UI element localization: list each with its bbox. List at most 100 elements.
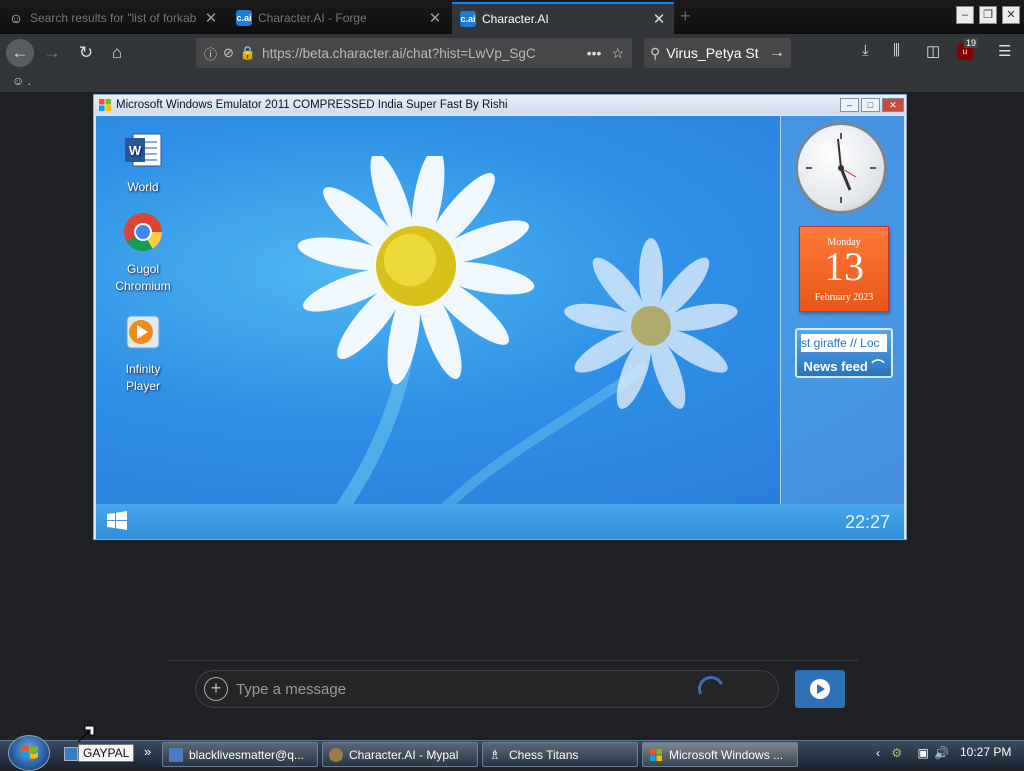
- clock-face-icon: [806, 133, 876, 203]
- lock-icon[interactable]: 🔒: [240, 45, 256, 61]
- browser-tab-strip: ☺ Search results for "list of forkab ✕ c…: [0, 0, 1024, 34]
- chess-piece-icon: ♗: [489, 746, 501, 762]
- network-tray-icon[interactable]: ⚙: [891, 746, 902, 760]
- home-button[interactable]: ⌂: [103, 39, 131, 67]
- show-hidden-icons-icon[interactable]: ‹: [876, 746, 880, 760]
- windows-logo-icon: [650, 748, 662, 761]
- send-icon: [810, 679, 830, 699]
- search-bar[interactable]: ⚲ Virus_Petya St →: [644, 38, 791, 68]
- start-button[interactable]: [8, 735, 50, 771]
- emulator-taskbar: 22:27: [96, 504, 904, 539]
- bookmark-star-icon[interactable]: ☆: [611, 45, 624, 62]
- library-icon[interactable]: ⫼: [893, 42, 900, 59]
- windows-logo-icon: [99, 98, 111, 111]
- emulator-title: Microsoft Windows Emulator 2011 COMPRESS…: [116, 98, 508, 111]
- taskbar-button-email[interactable]: blacklivesmatter@q...: [162, 742, 318, 767]
- rss-icon: ⌒: [871, 359, 885, 374]
- emulator-titlebar[interactable]: Microsoft Windows Emulator 2011 COMPRESS…: [94, 95, 906, 114]
- monitor-tray-icon[interactable]: ▣: [917, 746, 928, 760]
- downloads-icon[interactable]: ⤓: [862, 42, 869, 59]
- desktop-icon-gugol-chromium[interactable]: Gugol Chromium: [108, 212, 178, 295]
- close-icon[interactable]: ✕: [652, 10, 666, 28]
- close-icon[interactable]: ✕: [428, 9, 442, 27]
- overflow-chevron-icon[interactable]: »: [144, 744, 151, 759]
- calendar-date: 13: [824, 244, 864, 289]
- sidebar-icon[interactable]: ◫: [926, 42, 940, 60]
- emulator-close-button[interactable]: ✕: [882, 97, 904, 112]
- desktop-icon-world[interactable]: W World: [108, 130, 178, 196]
- icon-label: Chromium: [115, 279, 171, 293]
- characterai-icon: c.ai: [236, 10, 252, 26]
- emulator-clock: 22:27: [844, 512, 890, 532]
- restore-button[interactable]: ❐: [979, 6, 997, 24]
- tracking-protection-icon[interactable]: ⊘: [223, 45, 234, 61]
- word-icon: W: [125, 133, 162, 167]
- icon-label: Gugol: [126, 262, 160, 276]
- search-input[interactable]: Virus_Petya St: [666, 45, 769, 61]
- tab-characterai[interactable]: c.ai Character.AI ✕: [452, 2, 674, 34]
- url-bar[interactable]: ⓘ ⊘ 🔒 https://beta.character.ai/chat?his…: [196, 38, 632, 68]
- url-text[interactable]: https://beta.character.ai/chat?hist=LwVp…: [262, 46, 577, 61]
- quick-launch-icon[interactable]: [64, 747, 78, 761]
- tab-title: Search results for "list of forkab: [30, 11, 197, 25]
- back-button[interactable]: ←: [6, 39, 34, 67]
- taskbar-button-chess-titans[interactable]: ♗ Chess Titans: [482, 742, 638, 767]
- media-player-icon: [126, 315, 160, 349]
- bookmark-favicon-icon: ☺: [12, 74, 25, 88]
- menu-icon[interactable]: ☰: [998, 42, 1011, 60]
- send-button[interactable]: [795, 670, 845, 708]
- forward-button[interactable]: →: [38, 39, 66, 67]
- add-attachment-icon[interactable]: +: [204, 677, 228, 701]
- new-tab-button[interactable]: +: [680, 6, 691, 27]
- message-box: +: [195, 670, 779, 708]
- mouse-cursor-icon: [77, 725, 95, 743]
- calendar-gadget[interactable]: Monday 13 February 2023: [799, 226, 889, 312]
- info-icon[interactable]: ⓘ: [204, 44, 217, 63]
- svg-text:W: W: [129, 143, 142, 158]
- news-ticker[interactable]: st giraffe // Loc: [801, 334, 887, 352]
- system-tray: ‹ ⚙ ▣ 🔊: [876, 746, 949, 760]
- search-icon: ⚲: [650, 44, 661, 61]
- volume-icon[interactable]: 🔊: [934, 746, 949, 760]
- emulator-window: Microsoft Windows Emulator 2011 COMPRESS…: [93, 94, 907, 540]
- windows-taskbar: » blacklivesmatter@q... Character.AI - M…: [0, 735, 1024, 771]
- news-feed-gadget[interactable]: st giraffe // Loc News feed ⌒: [795, 328, 893, 378]
- emulator-desktop[interactable]: W World Gugol Chromium Infinity Player M…: [96, 116, 904, 504]
- windows-flag-icon: [22, 746, 38, 759]
- search-go-icon[interactable]: →: [769, 44, 785, 62]
- tab-characterai-forge[interactable]: c.ai Character.AI - Forge ✕: [228, 2, 450, 34]
- emulator-start-button[interactable]: [106, 510, 128, 532]
- chromium-icon: [124, 213, 163, 252]
- calendar-month: February 2023: [814, 292, 874, 303]
- page-actions-icon[interactable]: •••: [587, 45, 602, 61]
- bookmarks-toolbar: ☺ .: [0, 72, 1024, 92]
- ghost-icon: ☺: [8, 10, 24, 26]
- characterai-icon: c.ai: [460, 11, 476, 27]
- page-content: Microsoft Windows Emulator 2011 COMPRESS…: [0, 92, 1024, 740]
- reload-button[interactable]: ↻: [72, 39, 100, 67]
- close-window-button[interactable]: ✕: [1002, 6, 1020, 24]
- emulator-minimize-button[interactable]: –: [840, 97, 859, 112]
- close-icon[interactable]: ✕: [204, 9, 218, 27]
- minimize-button[interactable]: –: [956, 6, 974, 24]
- taskbar-tooltip: GAYPAL: [78, 744, 135, 762]
- mypal-icon: [329, 747, 343, 762]
- tab-search-results[interactable]: ☺ Search results for "list of forkab ✕: [0, 2, 226, 34]
- taskbar-button-characterai-mypal[interactable]: Character.AI - Mypal: [322, 742, 478, 767]
- icon-label: World: [127, 180, 159, 194]
- clock-gadget[interactable]: [795, 122, 887, 214]
- tab-title: Character.AI: [482, 12, 549, 26]
- news-feed-label: News feed ⌒: [803, 359, 885, 374]
- daisy-wallpaper: [297, 156, 738, 504]
- bookmark-item[interactable]: ☺ .: [12, 74, 31, 88]
- icon-label: Player: [125, 379, 160, 393]
- taskbar-clock[interactable]: 10:27 PM: [960, 745, 1011, 759]
- navigation-bar: ← → ↻ ⌂ ⓘ ⊘ 🔒 https://beta.character.ai/…: [0, 34, 1024, 72]
- ublock-count-badge: 19: [964, 38, 979, 48]
- desktop-icon-infinity-player[interactable]: Infinity Player: [108, 312, 178, 395]
- taskbar-button-microsoft-windows[interactable]: Microsoft Windows ...: [642, 742, 798, 767]
- gadgets-sidebar: Monday 13 February 2023 st giraffe // Lo…: [780, 116, 904, 504]
- emulator-maximize-button[interactable]: □: [861, 97, 880, 112]
- chat-divider: [168, 660, 858, 661]
- tab-title: Character.AI - Forge: [258, 11, 367, 25]
